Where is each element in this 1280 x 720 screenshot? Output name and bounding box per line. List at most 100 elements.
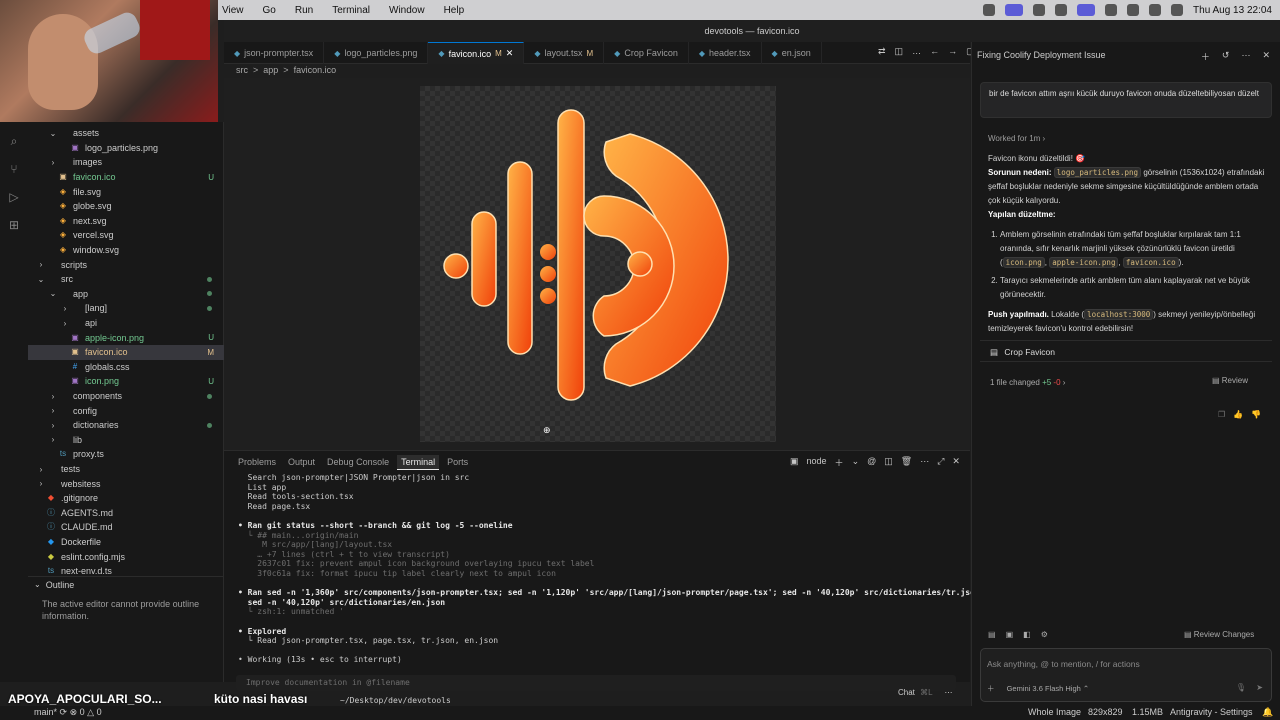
send-icon[interactable]: ➤ <box>1256 683 1263 692</box>
file-item[interactable]: ▣ favicon.ico M <box>28 345 224 360</box>
breadcrumb-item[interactable]: app <box>263 65 278 75</box>
file-item[interactable]: ◆ Dockerfile <box>28 535 224 550</box>
folder-item[interactable]: › api <box>28 316 224 331</box>
folder-item[interactable]: › scripts <box>28 257 224 272</box>
file-item[interactable]: ◈ vercel.svg <box>28 228 224 243</box>
more-icon[interactable]: ⋯ <box>1241 50 1250 63</box>
copy-icon[interactable]: ❐ <box>1218 410 1225 419</box>
tab-logo-particles-png[interactable]: ◆ logo_particles.png <box>324 42 429 64</box>
extensions-icon[interactable]: ⊞ <box>7 218 21 232</box>
file-item[interactable]: ⓘ CLAUDE.md <box>28 520 224 535</box>
outline-header[interactable]: ⌄ Outline <box>28 576 224 592</box>
folder-item[interactable]: ⌄ assets <box>28 126 224 141</box>
panel-tab-output[interactable]: Output <box>284 455 319 470</box>
mic-icon[interactable]: 🎙 <box>1236 683 1246 692</box>
back-icon[interactable]: ← <box>930 46 939 57</box>
run-debug-icon[interactable]: ▷ <box>7 190 21 204</box>
more-icon[interactable]: ⋯ <box>920 456 929 469</box>
panel-tab-terminal[interactable]: Terminal <box>397 455 440 470</box>
app-tray-icon[interactable] <box>1033 4 1046 16</box>
mention-icon[interactable]: @ <box>867 456 876 469</box>
file-item[interactable]: ▣ logo_particles.png <box>28 141 224 156</box>
search-icon[interactable] <box>1149 4 1162 16</box>
user-message[interactable]: bir de favicon attım aşrıı kücük duruyo … <box>980 82 1272 118</box>
close-icon[interactable]: ✕ <box>1262 50 1270 63</box>
file-item[interactable]: ◈ globe.svg <box>28 199 224 214</box>
terminal-input[interactable]: Improve documentation in @filename <box>236 675 956 691</box>
bell-icon[interactable]: 🔔 <box>1262 707 1273 718</box>
folder-item[interactable]: ⌄ app <box>28 287 224 302</box>
browser-icon[interactable]: ◧ <box>1023 630 1031 639</box>
breadcrumb-item[interactable]: src <box>236 65 248 75</box>
folder-item[interactable]: › websitess <box>28 476 224 491</box>
forward-icon[interactable]: → <box>948 46 957 57</box>
crop-favicon-card[interactable]: ▤ Crop Favicon <box>980 340 1272 362</box>
file-icon[interactable]: ▤ <box>988 630 996 639</box>
screen-share-icon[interactable] <box>1005 4 1024 16</box>
folder-item[interactable]: › components <box>28 389 224 404</box>
folder-item[interactable]: › images <box>28 155 224 170</box>
branch-indicator[interactable]: main* ⟳ ⊗ 0 △ 0 <box>34 707 102 718</box>
tab-json-prompter-tsx[interactable]: ◆ json-prompter.tsx <box>224 42 325 64</box>
file-item[interactable]: ⓘ AGENTS.md <box>28 506 224 521</box>
folder-item[interactable]: › tests <box>28 462 224 477</box>
tab-favicon-ico[interactable]: ◆ favicon.ico M ✕ <box>428 42 525 64</box>
menu-go[interactable]: Go <box>263 5 276 16</box>
tab-layout-tsx[interactable]: ◆ layout.tsx M <box>524 42 605 64</box>
review-changes-button[interactable]: ▤ Review Changes <box>1184 630 1254 639</box>
file-item[interactable]: ◆ eslint.config.mjs <box>28 549 224 564</box>
file-item[interactable]: # globals.css <box>28 360 224 375</box>
chevron-down-icon[interactable]: ⌄ <box>852 456 860 469</box>
breadcrumb-item[interactable]: favicon.ico <box>294 65 337 75</box>
file-item[interactable]: ◆ .gitignore <box>28 491 224 506</box>
tab-header-tsx[interactable]: ◆ header.tsx <box>689 42 762 64</box>
file-item[interactable]: ◈ window.svg <box>28 243 224 258</box>
terminal-icon[interactable]: ▣ <box>1006 630 1014 639</box>
panel-tab-problems[interactable]: Problems <box>234 455 280 470</box>
maximize-panel-icon[interactable]: ⤢ <box>937 456 944 469</box>
folder-item[interactable]: › dictionaries <box>28 418 224 433</box>
more-actions-icon[interactable]: … <box>912 46 921 57</box>
panel-tab-ports[interactable]: Ports <box>443 455 472 470</box>
thumbs-down-icon[interactable]: 👎 <box>1251 410 1261 419</box>
search-icon[interactable]: ⌕ <box>7 134 21 148</box>
wifi-icon[interactable] <box>1127 4 1140 16</box>
close-panel-icon[interactable]: ✕ <box>952 456 960 469</box>
menu-help[interactable]: Help <box>444 5 465 16</box>
chevron-right-icon[interactable]: › <box>1043 134 1046 143</box>
new-chat-icon[interactable]: ＋ <box>1201 50 1210 63</box>
menubar-clock[interactable]: Thu Aug 13 22:04 <box>1193 5 1272 16</box>
display-icon[interactable] <box>1077 4 1096 16</box>
file-item[interactable]: ◈ next.svg <box>28 214 224 229</box>
trash-icon[interactable]: 🗑 <box>901 456 912 469</box>
thumbs-up-icon[interactable]: 👍 <box>1233 410 1243 419</box>
cloud-icon[interactable] <box>1055 4 1068 16</box>
file-item[interactable]: ▣ favicon.ico U <box>28 170 224 185</box>
terminal-icon[interactable]: ▣ <box>790 456 799 469</box>
chat-button[interactable]: Chat ⌘L ⋯ <box>898 688 953 697</box>
source-control-icon[interactable]: ⑂ <box>7 162 21 176</box>
new-terminal-icon[interactable]: ＋ <box>835 456 844 469</box>
control-center-icon[interactable] <box>1171 4 1184 16</box>
panel-tab-debug-console[interactable]: Debug Console <box>323 455 393 470</box>
review-button[interactable]: ▤ Review <box>1212 376 1248 385</box>
split-editor-icon[interactable]: ◫ <box>895 46 904 57</box>
file-item[interactable]: ◈ file.svg <box>28 184 224 199</box>
folder-item[interactable]: ⌄ src <box>28 272 224 287</box>
whole-image[interactable]: Whole Image <box>1028 707 1081 717</box>
history-icon[interactable]: ↺ <box>1222 50 1230 63</box>
folder-item[interactable]: › lib <box>28 433 224 448</box>
file-item[interactable]: ts proxy.ts <box>28 447 224 462</box>
tab-crop-favicon[interactable]: ◆ Crop Favicon <box>604 42 689 64</box>
compare-icon[interactable]: ⇄ <box>878 46 886 57</box>
menu-view[interactable]: View <box>222 5 244 16</box>
menu-terminal[interactable]: Terminal <box>332 5 370 16</box>
terminal-name[interactable]: node <box>807 456 827 469</box>
settings-status[interactable]: Antigravity - Settings <box>1170 707 1253 717</box>
menu-run[interactable]: Run <box>295 5 313 16</box>
recording-icon[interactable] <box>983 4 996 16</box>
split-terminal-icon[interactable]: ◫ <box>884 456 893 469</box>
file-item[interactable]: ▣ apple-icon.png U <box>28 330 224 345</box>
model-selector[interactable]: ＋ Gemini 3.6 Flash High ⌃ <box>987 683 1089 694</box>
folder-item[interactable]: › [lang] <box>28 301 224 316</box>
